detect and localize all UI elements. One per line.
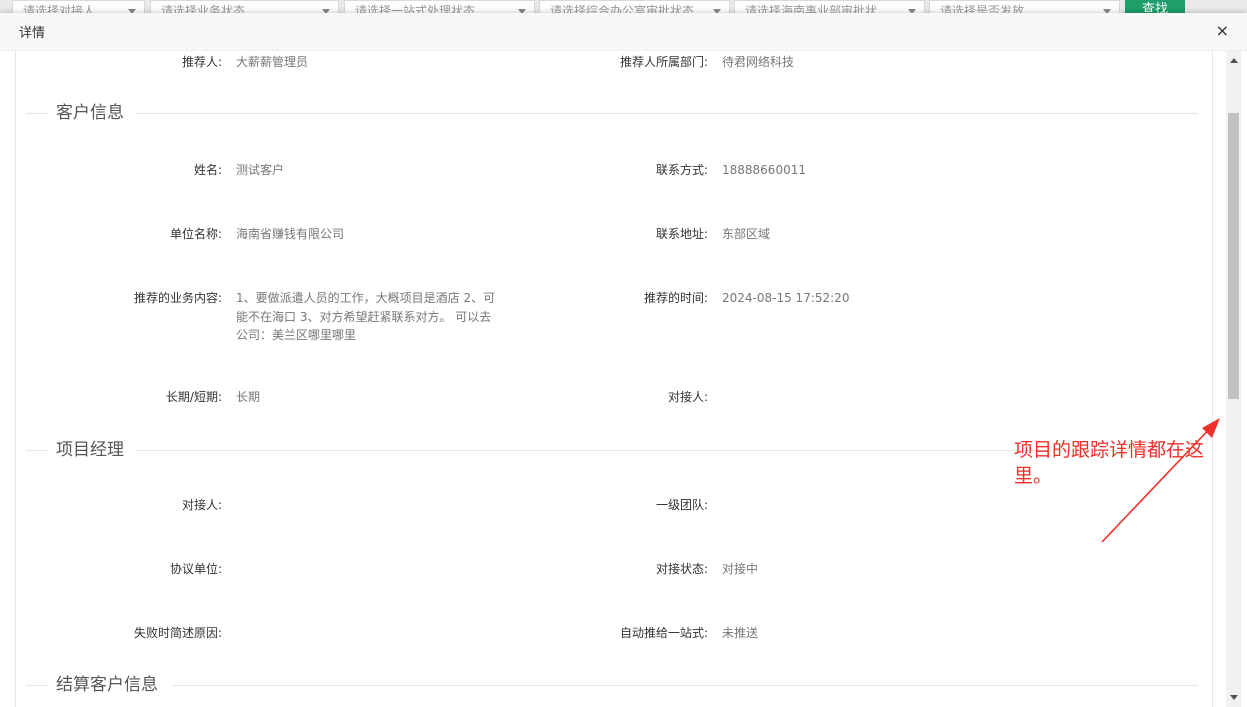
divider [136, 113, 1198, 114]
field-value: 18888660011 [722, 163, 806, 177]
field-value: 对接中 [722, 562, 759, 576]
field-value: 2024-08-15 17:52:20 [722, 291, 850, 305]
scroll-up-arrow-icon[interactable] [1230, 58, 1238, 63]
field-label: 一级团队: [655, 498, 708, 512]
field-label: 推荐人: [181, 55, 222, 69]
divider [172, 685, 1198, 686]
detail-content: 推荐人: 大薪薪管理员 推荐人所属部门: 待君网络科技 客户信息 姓名: 测试客… [15, 51, 1213, 707]
scroll-down-arrow-icon[interactable] [1230, 695, 1238, 700]
field-label: 推荐人所属部门: [619, 55, 708, 69]
modal-header: 详情 × [0, 13, 1247, 51]
divider [26, 450, 48, 451]
detail-row: 单位名称: 海南省赚钱有限公司 联系地址: 东部区域 [16, 225, 1212, 245]
detail-row: 推荐的业务内容: 1、要做派遣人员的工作，大概项目是酒店 2、可能不在海口 3、… [16, 289, 1212, 349]
recommender-row: 推荐人: 大薪薪管理员 推荐人所属部门: 待君网络科技 [16, 53, 1212, 73]
field-label: 推荐的业务内容: [133, 291, 222, 305]
divider [26, 113, 48, 114]
field-value: 测试客户 [236, 163, 285, 177]
field-label: 失败时简述原因: [133, 626, 222, 640]
field-label: 对接状态: [655, 562, 708, 576]
section-title: 项目经理 [56, 440, 124, 460]
field-value: 未推送 [722, 626, 759, 640]
section-title: 客户信息 [56, 103, 124, 123]
detail-modal: 详情 × 推荐人: 大薪薪管理员 推荐人所属部门: 待君网络科技 客户信息 姓名… [0, 13, 1247, 707]
detail-row: 长期/短期: 长期 对接人: [16, 388, 1212, 408]
field-label: 联系地址: [655, 227, 708, 241]
detail-row: 协议单位: 对接状态: 对接中 [16, 560, 1212, 580]
divider [26, 685, 48, 686]
field-label: 自动推给一站式: [619, 626, 708, 640]
section-title: 结算客户信息 [56, 675, 158, 695]
scrollbar-thumb[interactable] [1228, 113, 1239, 399]
annotation-note: 项目的跟踪详情都在这里。 [1014, 439, 1205, 487]
section-customer-info: 客户信息 [16, 102, 1212, 126]
field-label: 对接人: [181, 498, 222, 512]
field-label: 协议单位: [169, 562, 222, 576]
field-label: 长期/短期: [165, 390, 222, 404]
detail-row: 失败时简述原因: 自动推给一站式: 未推送 [16, 624, 1212, 644]
modal-title: 详情 [19, 26, 46, 41]
field-value: 东部区域 [722, 227, 771, 241]
field-value: 长期 [236, 390, 261, 404]
field-label: 对接人: [667, 390, 708, 404]
field-label: 联系方式: [655, 163, 708, 177]
field-label: 单位名称: [169, 227, 222, 241]
field-value: 1、要做派遣人员的工作，大概项目是酒店 2、可能不在海口 3、对方希望赶紧联系对… [236, 291, 496, 342]
field-label: 推荐的时间: [643, 291, 708, 305]
modal-body: 推荐人: 大薪薪管理员 推荐人所属部门: 待君网络科技 客户信息 姓名: 测试客… [0, 51, 1247, 707]
field-value: 海南省赚钱有限公司 [236, 227, 345, 241]
section-settlement-customer: 结算客户信息 [16, 674, 1212, 698]
detail-row: 姓名: 测试客户 联系方式: 18888660011 [16, 161, 1212, 181]
vertical-scrollbar[interactable] [1226, 51, 1241, 707]
field-label: 姓名: [193, 163, 222, 177]
field-value: 待君网络科技 [722, 55, 795, 69]
detail-row: 对接人: 一级团队: [16, 496, 1212, 516]
field-value: 大薪薪管理员 [236, 55, 309, 69]
close-icon[interactable]: × [1216, 22, 1229, 40]
